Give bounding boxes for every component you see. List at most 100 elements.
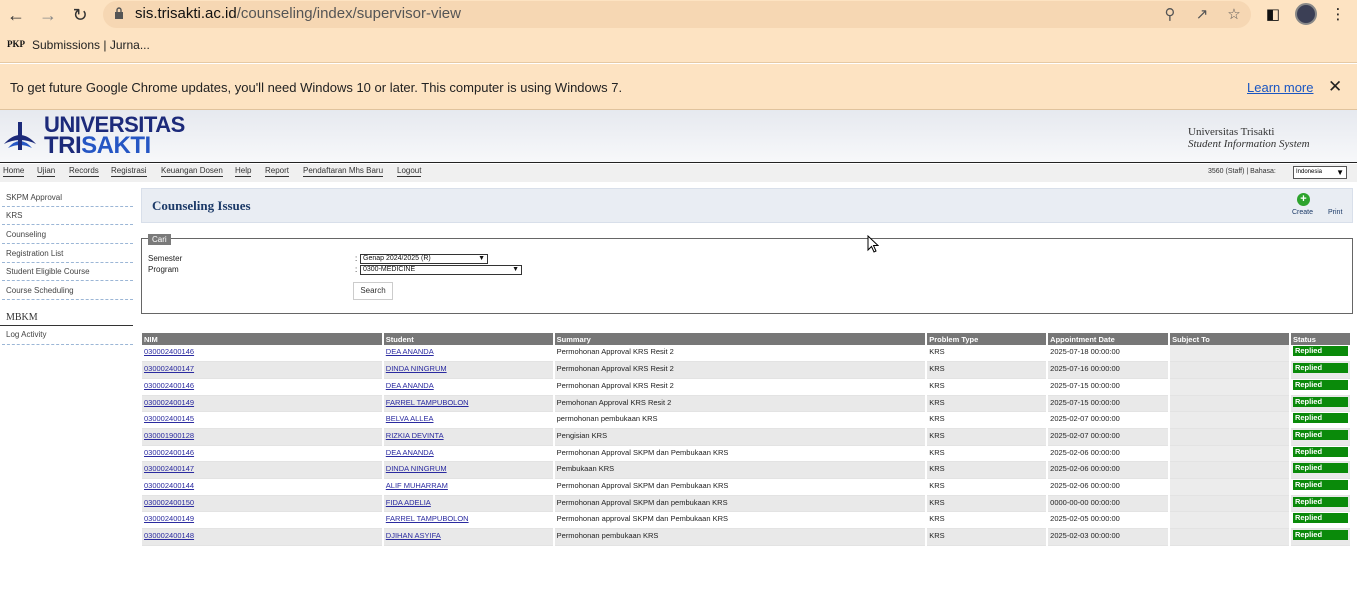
appointment-date-cell: 2025-02-06 00:00:00 <box>1050 464 1120 474</box>
menu-records[interactable]: Records <box>69 166 99 177</box>
menu-help[interactable]: Help <box>235 166 252 177</box>
print-button[interactable]: Print <box>1328 209 1342 216</box>
url-text[interactable]: sis.trisakti.ac.id/counseling/index/supe… <box>135 5 461 22</box>
sidepanel-icon[interactable]: ◧ <box>1263 5 1283 25</box>
header-problem-type[interactable]: Problem Type <box>926 333 1049 345</box>
problem-type-cell: KRS <box>929 514 945 524</box>
student-link[interactable]: RIZKIA DEVINTA <box>386 431 444 440</box>
header-student[interactable]: Student <box>382 333 555 345</box>
semester-select[interactable]: Genap 2024/2025 (R) <box>360 254 488 264</box>
program-colon: : <box>355 265 358 274</box>
summary-cell: Permohonan Approval SKPM dan Pembukaan K… <box>556 481 729 490</box>
program-select[interactable]: 0300-MEDICINE <box>360 265 522 275</box>
staff-info: 3560 (Staff) | Bahasa: <box>1208 168 1276 175</box>
nim-link[interactable]: 030002400147 <box>144 364 194 373</box>
table-cell: Replied <box>1289 411 1353 429</box>
page-title: Counseling Issues <box>152 198 251 213</box>
nim-link[interactable]: 030002400147 <box>144 464 194 473</box>
student-link[interactable]: FIDA ADELIA <box>386 498 431 507</box>
header-nim[interactable]: NIM <box>142 333 384 345</box>
create-button[interactable]: Create <box>1292 209 1313 216</box>
table-row: 030002400146 DEA ANANDA Permohonan Approva… <box>142 445 1353 463</box>
sidebar-item-skpm-approval[interactable]: SKPM Approval <box>6 193 62 202</box>
table-cell <box>1169 511 1291 530</box>
status-badge: Replied <box>1292 346 1348 356</box>
menu-pendaftaran[interactable]: Pendaftaran Mhs Baru <box>303 166 384 177</box>
forward-icon[interactable]: → <box>37 4 59 26</box>
table-cell: Pemohonan Approval KRS Resit 2 <box>553 395 928 413</box>
nim-link[interactable]: 030002400146 <box>144 448 194 457</box>
table-cell: Replied <box>1289 445 1353 463</box>
sidebar-item-course-scheduling[interactable]: Course Scheduling <box>6 286 74 295</box>
student-link[interactable]: BELVA ALLEA <box>386 414 434 423</box>
reload-icon[interactable]: ↻ <box>69 4 91 26</box>
student-link[interactable]: DEA ANANDA <box>386 448 434 457</box>
nim-link[interactable]: 030002400145 <box>144 414 194 423</box>
menu-home[interactable]: Home <box>3 166 25 177</box>
menu-ujian[interactable]: Ujian <box>37 166 56 177</box>
nim-link[interactable]: 030002400146 <box>144 347 194 356</box>
sidebar-item-counseling[interactable]: Counseling <box>6 230 46 239</box>
problem-type-cell: KRS <box>929 497 945 507</box>
student-link[interactable]: DJIHAN ASYIFA <box>386 531 441 540</box>
share-icon[interactable]: ↗ <box>1192 5 1212 25</box>
counseling-table: NIM Student Summary Problem Type Appoint… <box>142 333 1353 546</box>
create-icon[interactable]: + <box>1297 193 1310 206</box>
lock-icon <box>115 7 123 19</box>
program-label: Program <box>148 265 179 274</box>
menu-report[interactable]: Report <box>265 166 290 177</box>
nim-link[interactable]: 030001900128 <box>144 431 194 440</box>
student-link[interactable]: DINDA NINGRUM <box>386 364 447 373</box>
system-subtitle: Student Information System <box>1188 138 1310 150</box>
table-cell: DINDA NINGRUM <box>382 461 555 479</box>
table-cell: Replied <box>1289 511 1353 530</box>
header-summary[interactable]: Summary <box>553 333 928 345</box>
bookmark-submissions[interactable]: Submissions | Jurna... <box>32 38 150 52</box>
zoom-icon[interactable]: ⚲ <box>1160 5 1180 25</box>
menu-keuangan-dosen[interactable]: Keuangan Dosen <box>161 166 223 177</box>
avatar[interactable] <box>1295 3 1317 25</box>
language-select[interactable]: Indonesia <box>1293 166 1347 179</box>
table-cell: DEA ANANDA <box>382 378 555 396</box>
menu-logout[interactable]: Logout <box>397 166 422 177</box>
table-cell <box>1169 495 1291 513</box>
nim-link[interactable]: 030002400148 <box>144 531 194 540</box>
learn-more-link[interactable]: Learn more <box>1247 80 1313 95</box>
close-icon[interactable]: ✕ <box>1328 77 1342 97</box>
nim-link[interactable]: 030002400144 <box>144 481 194 490</box>
sidebar-item-log-activity[interactable]: Log Activity <box>6 330 46 339</box>
student-link[interactable]: ALIF MUHARRAM <box>386 481 448 490</box>
nim-link[interactable]: 030002400149 <box>144 514 194 523</box>
status-badge: Replied <box>1292 379 1348 390</box>
nim-link[interactable]: 030002400150 <box>144 498 194 507</box>
header-status[interactable]: Status <box>1289 333 1353 345</box>
table-cell: 2025-07-15 00:00:00 <box>1047 395 1171 413</box>
search-button[interactable]: Search <box>353 282 393 300</box>
student-link[interactable]: DINDA NINGRUM <box>386 464 447 473</box>
table-cell: 030002400147 <box>142 361 384 379</box>
status-badge: Replied <box>1292 463 1348 474</box>
header-appointment-date[interactable]: Appointment Date <box>1047 333 1171 345</box>
student-link[interactable]: DEA ANANDA <box>386 347 434 356</box>
sidebar-item-student-eligible-course[interactable]: Student Eligible Course <box>6 267 90 276</box>
student-link[interactable]: FARREL TAMPUBOLON <box>386 514 469 523</box>
table-cell: DINDA NINGRUM <box>382 361 555 379</box>
search-fieldset <box>141 238 1353 314</box>
table-cell: 2025-07-16 00:00:00 <box>1047 361 1171 379</box>
table-cell <box>1169 461 1291 479</box>
menu-registrasi[interactable]: Registrasi <box>111 166 147 177</box>
sidebar-item-registration-list[interactable]: Registration List <box>6 249 63 258</box>
menu-dots-icon[interactable]: ⋮ <box>1328 5 1348 25</box>
problem-type-cell: KRS <box>929 414 945 424</box>
nim-link[interactable]: 030002400146 <box>144 381 194 390</box>
summary-cell: Permohonan Approval KRS Resit 2 <box>556 380 674 390</box>
student-link[interactable]: DEA ANANDA <box>386 381 434 390</box>
nim-link[interactable]: 030002400149 <box>144 398 194 407</box>
sidebar-item-krs[interactable]: KRS <box>6 211 22 220</box>
star-icon[interactable]: ☆ <box>1224 5 1244 25</box>
appointment-date-cell: 2025-02-06 00:00:00 <box>1050 447 1120 457</box>
student-link[interactable]: FARREL TAMPUBOLON <box>386 398 469 407</box>
header-subject-to[interactable]: Subject To <box>1169 333 1291 345</box>
problem-type-cell: KRS <box>929 347 945 356</box>
back-icon[interactable]: ← <box>5 4 27 26</box>
